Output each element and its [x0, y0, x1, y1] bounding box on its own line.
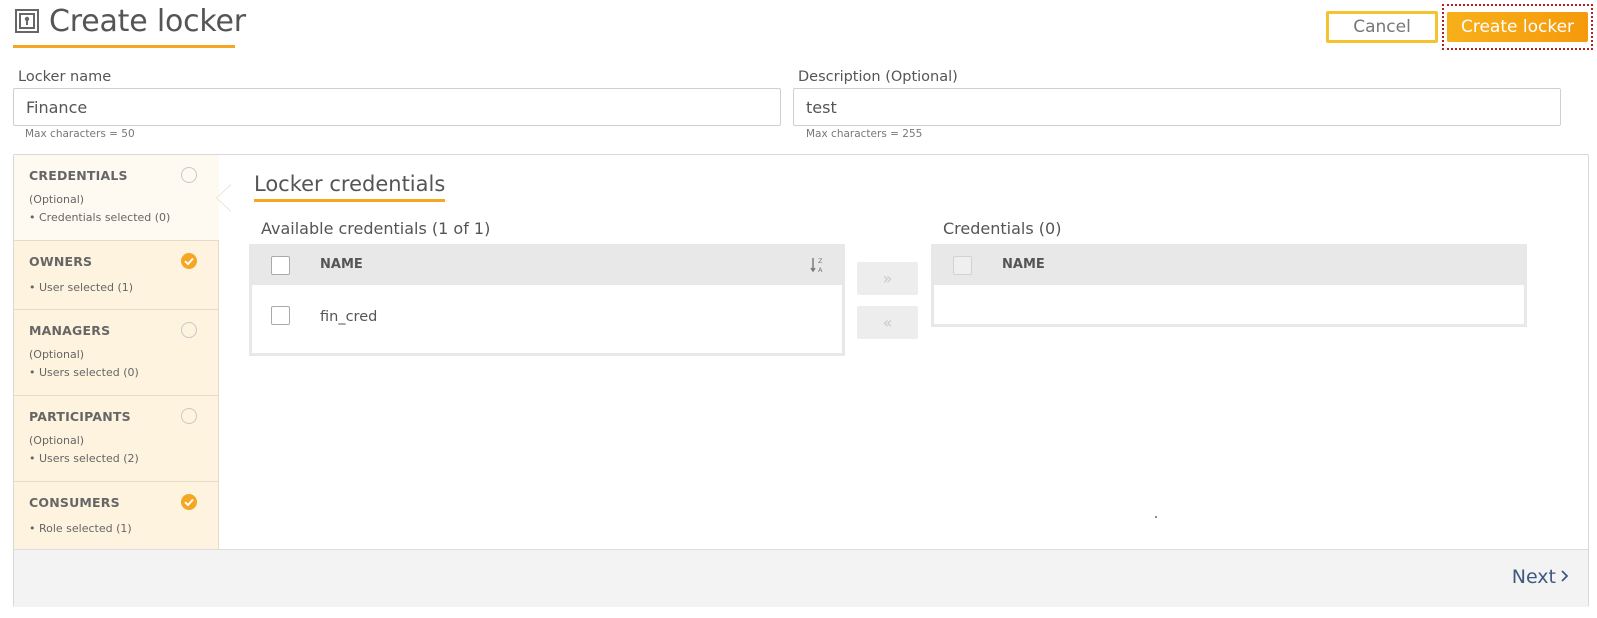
next-label: Next [1511, 566, 1556, 588]
svg-text:A: A [818, 266, 823, 274]
credential-name: fin_cred [320, 309, 378, 325]
wizard-footer: Next [14, 549, 1588, 607]
row-checkbox[interactable] [271, 306, 290, 325]
chevron-right-icon [1560, 566, 1570, 588]
selected-credentials-label: Credentials (0) [943, 219, 1062, 238]
section-underline [254, 199, 445, 202]
next-button[interactable]: Next [1512, 566, 1570, 588]
done-check-icon [181, 253, 197, 269]
done-check-icon [181, 494, 197, 510]
section-title: Locker credentials [254, 172, 446, 196]
wizard-sidebar: CREDENTIALS (Optional) • Credentials sel… [14, 155, 219, 559]
available-credentials-list: NAME Z A fin_cred [249, 244, 845, 356]
locker-name-hint: Max characters = 50 [25, 128, 135, 140]
available-credentials-label: Available credentials (1 of 1) [261, 219, 491, 238]
available-list-header: NAME Z A [252, 244, 842, 285]
sidebar-item-summary: • Users selected (0) [29, 366, 139, 379]
table-row[interactable]: fin_cred [252, 285, 842, 353]
create-locker-focus-ring: Create locker [1442, 4, 1593, 50]
move-right-button[interactable]: » [857, 262, 918, 295]
title-underline [13, 45, 235, 48]
sidebar-item-summary: • Role selected (1) [29, 522, 132, 535]
sidebar-item-title: CONSUMERS [29, 495, 120, 510]
locker-name-label: Locker name [18, 69, 112, 85]
wizard-panel: CREDENTIALS (Optional) • Credentials sel… [13, 154, 1589, 607]
sidebar-item-summary: • Credentials selected (0) [29, 211, 171, 224]
pending-check-icon [181, 408, 197, 424]
sidebar-item-optional: (Optional) [29, 434, 85, 447]
page-title: Create locker [49, 4, 246, 39]
sidebar-item-summary: • User selected (1) [29, 281, 134, 294]
available-name-column[interactable]: NAME [320, 257, 363, 272]
create-locker-button[interactable]: Create locker [1447, 12, 1588, 42]
sidebar-item-credentials[interactable]: CREDENTIALS (Optional) • Credentials sel… [14, 155, 219, 241]
sidebar-item-summary: • Users selected (2) [29, 452, 139, 465]
sidebar-item-optional: (Optional) [29, 193, 85, 206]
sidebar-item-optional: (Optional) [29, 348, 85, 361]
stray-dot [1155, 516, 1157, 518]
selected-list-header: NAME [934, 244, 1524, 285]
sidebar-item-title: CREDENTIALS [29, 168, 128, 183]
sidebar-item-participants[interactable]: PARTICIPANTS (Optional) • Users selected… [14, 396, 219, 482]
sidebar-item-managers[interactable]: MANAGERS (Optional) • Users selected (0) [14, 310, 219, 396]
select-all-available-checkbox[interactable] [271, 256, 290, 275]
sidebar-item-owners[interactable]: OWNERS • User selected (1) [14, 241, 219, 310]
pending-check-icon [181, 167, 197, 183]
move-left-button[interactable]: « [857, 306, 918, 339]
description-hint: Max characters = 255 [806, 128, 923, 140]
svg-text:Z: Z [818, 257, 823, 265]
active-step-pointer [217, 185, 231, 211]
cancel-button[interactable]: Cancel [1326, 11, 1438, 43]
description-input[interactable]: test [793, 88, 1561, 126]
selected-credentials-list: NAME [931, 244, 1527, 327]
sidebar-item-title: OWNERS [29, 254, 93, 269]
selected-name-column: NAME [1002, 257, 1045, 272]
select-all-selected-checkbox[interactable] [953, 256, 972, 275]
pending-check-icon [181, 322, 197, 338]
description-label: Description (Optional) [798, 69, 958, 85]
locker-icon [15, 9, 39, 33]
sort-alpha-icon[interactable]: Z A [810, 256, 826, 274]
sidebar-item-title: PARTICIPANTS [29, 409, 131, 424]
sidebar-item-consumers[interactable]: CONSUMERS • Role selected (1) [14, 482, 219, 549]
locker-name-input[interactable]: Finance [13, 88, 781, 126]
sidebar-item-title: MANAGERS [29, 323, 111, 338]
